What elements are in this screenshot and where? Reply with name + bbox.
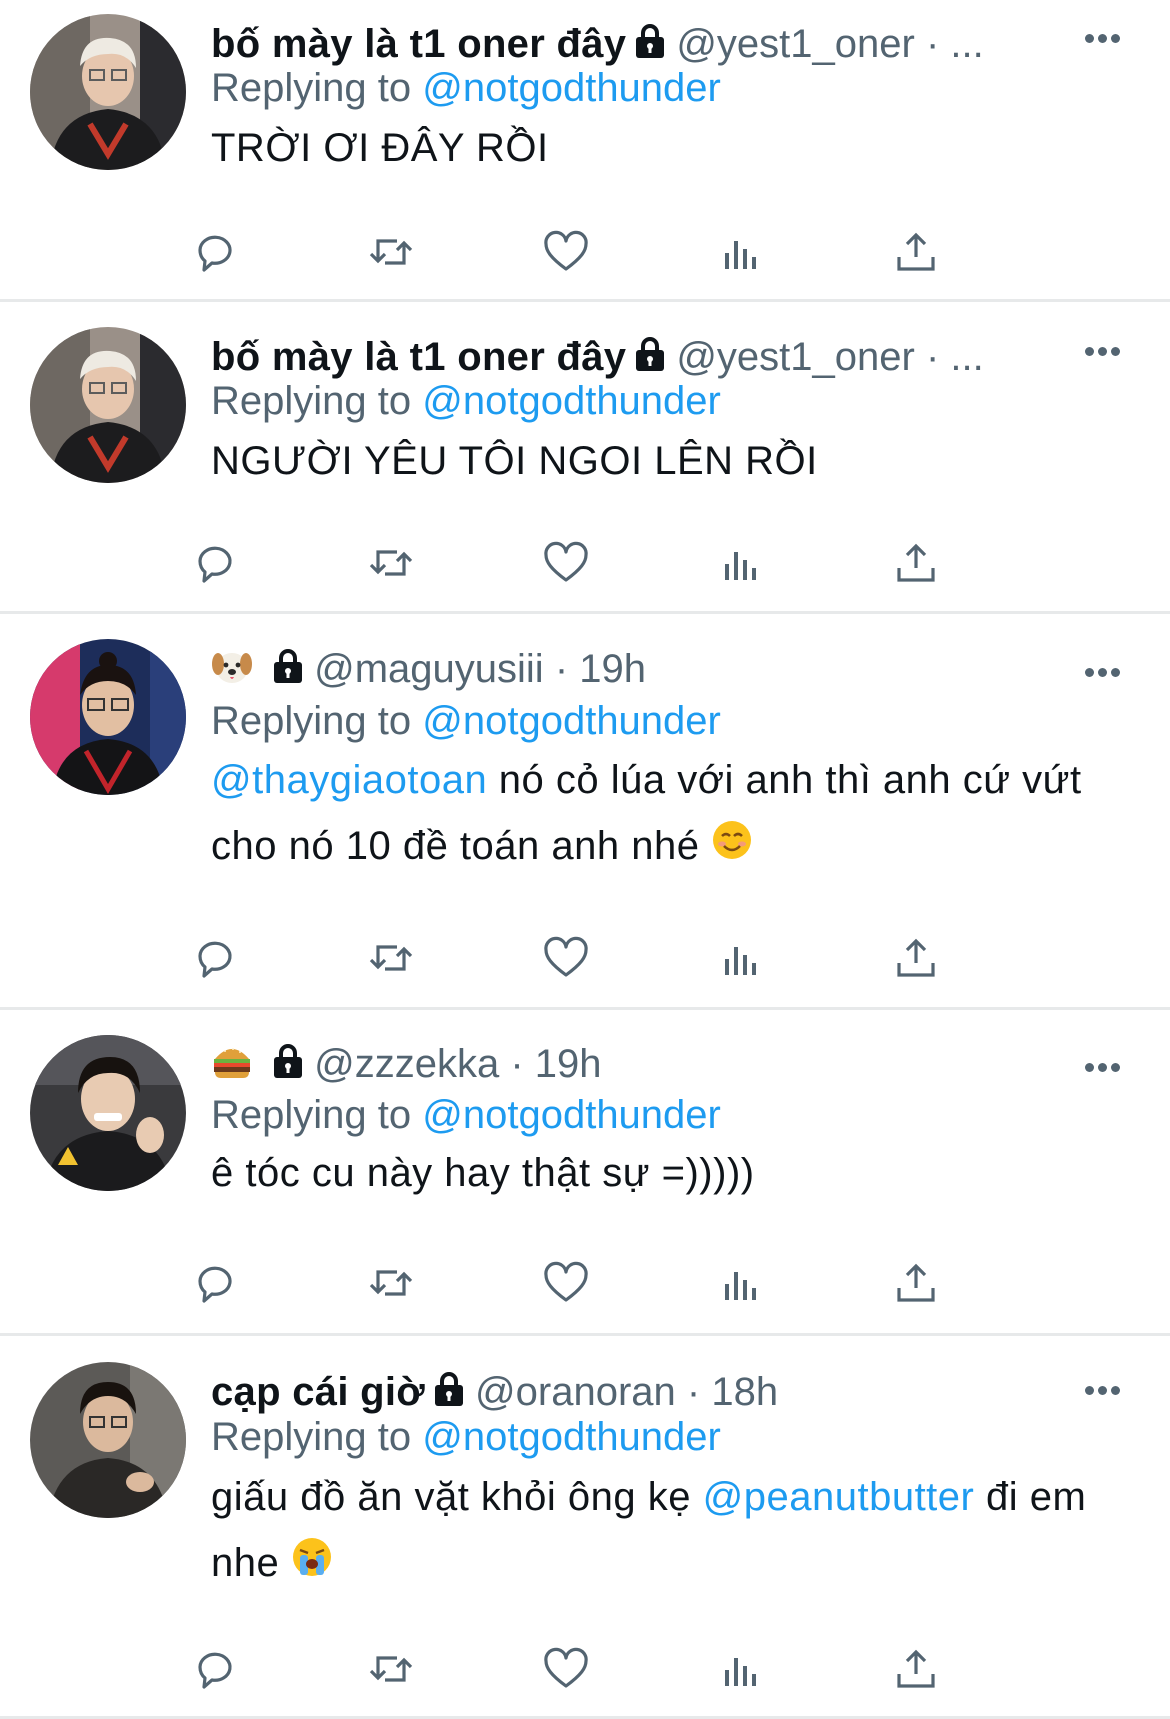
reply-tweet[interactable]: @zzzekka · 19h Replying to @notgodthunde… xyxy=(0,1016,1170,1336)
replying-to-mention[interactable]: @notgodthunder xyxy=(422,699,721,743)
views-icon[interactable] xyxy=(716,1644,766,1694)
reply-icon[interactable] xyxy=(191,538,241,588)
avatar[interactable] xyxy=(30,14,186,170)
more-options-icon[interactable] xyxy=(1085,347,1125,361)
tweet-actions xyxy=(0,538,1170,588)
lock-icon xyxy=(433,1370,465,1418)
share-icon[interactable] xyxy=(891,227,941,277)
replying-to-mention[interactable]: @notgodthunder xyxy=(422,1093,721,1137)
reply-tweet[interactable]: @maguyusiii · 19h Replying to @notgodthu… xyxy=(0,620,1170,1010)
tweet-text-part: TRỜI ƠI ĐÂY RỒI xyxy=(211,126,549,170)
tweet-meta: · 18h xyxy=(686,1370,779,1414)
user-handle[interactable]: @maguyusiii xyxy=(314,647,544,691)
share-icon[interactable] xyxy=(891,538,941,588)
tweet-actions xyxy=(0,1258,1170,1308)
tweet-text: giấu đồ ăn vặt khỏi ông kẹ @peanutbutter… xyxy=(211,1464,1111,1598)
tweet-actions xyxy=(0,1644,1170,1694)
divider xyxy=(0,1333,1170,1336)
lock-icon xyxy=(272,1042,304,1090)
tweet-text: @thaygiaotoan nó cỏ lúa với anh thì anh … xyxy=(211,747,1091,881)
tweet-text-part: ê tóc cu này hay thật sự =))))) xyxy=(211,1151,755,1195)
reply-icon[interactable] xyxy=(191,227,241,277)
tweet-meta: · 19h xyxy=(510,1042,602,1086)
tweet-text: TRỜI ƠI ĐÂY RỒI xyxy=(211,115,1111,181)
divider xyxy=(0,1007,1170,1010)
smiling-face-emoji xyxy=(711,815,753,881)
tweet-text-part: NGƯỜI YÊU TÔI NGOI LÊN RỒI xyxy=(211,439,818,483)
more-options-icon[interactable] xyxy=(1085,668,1125,682)
retweet-icon[interactable] xyxy=(366,1644,416,1694)
share-icon[interactable] xyxy=(891,1644,941,1694)
replying-to-mention[interactable]: @notgodthunder xyxy=(422,1415,721,1459)
views-icon[interactable] xyxy=(716,933,766,983)
user-avatar-icon xyxy=(30,639,186,795)
replying-label: Replying to xyxy=(211,1415,412,1459)
lock-icon xyxy=(634,22,666,70)
display-name[interactable]: bố mày là t1 oner đây xyxy=(211,335,626,379)
user-avatar-icon xyxy=(30,1362,186,1518)
views-icon[interactable] xyxy=(716,1258,766,1308)
tweet-meta: · ... xyxy=(925,22,984,66)
like-icon[interactable] xyxy=(541,1644,591,1694)
retweet-icon[interactable] xyxy=(366,538,416,588)
views-icon[interactable] xyxy=(716,538,766,588)
tweet-actions xyxy=(0,933,1170,983)
share-icon[interactable] xyxy=(891,1258,941,1308)
mention-link[interactable]: @peanutbutter xyxy=(703,1475,975,1519)
user-handle[interactable]: @yest1_oner xyxy=(676,335,915,379)
avatar[interactable] xyxy=(30,327,186,483)
replying-label: Replying to xyxy=(211,66,412,110)
tweet-meta: · 19h xyxy=(554,647,646,691)
reply-icon[interactable] xyxy=(191,1258,241,1308)
replying-label: Replying to xyxy=(211,699,412,743)
replying-label: Replying to xyxy=(211,379,412,423)
lock-icon xyxy=(272,647,304,695)
lock-icon xyxy=(634,335,666,383)
tweet-text: ê tóc cu này hay thật sự =))))) xyxy=(211,1140,1111,1206)
user-handle[interactable]: @yest1_oner xyxy=(676,22,915,66)
user-avatar-icon xyxy=(30,14,186,170)
share-icon[interactable] xyxy=(891,933,941,983)
more-options-icon[interactable] xyxy=(1085,1386,1125,1400)
retweet-icon[interactable] xyxy=(366,1258,416,1308)
hamburger-emoji xyxy=(211,1041,253,1092)
more-options-icon[interactable] xyxy=(1085,34,1125,48)
like-icon[interactable] xyxy=(541,538,591,588)
divider xyxy=(0,299,1170,302)
dog-face-emoji xyxy=(211,646,253,697)
avatar[interactable] xyxy=(30,1035,186,1191)
user-avatar-icon xyxy=(30,1035,186,1191)
reply-icon[interactable] xyxy=(191,1644,241,1694)
user-handle[interactable]: @zzzekka xyxy=(314,1042,499,1086)
replying-to-mention[interactable]: @notgodthunder xyxy=(422,379,721,423)
replying-label: Replying to xyxy=(211,1093,412,1137)
user-handle[interactable]: @oranoran xyxy=(475,1370,676,1414)
reply-tweet[interactable]: cạp cái giờ @oranoran · 18h Replying to @… xyxy=(0,1342,1170,1718)
display-name[interactable]: bố mày là t1 oner đây xyxy=(211,22,626,66)
retweet-icon[interactable] xyxy=(366,227,416,277)
tweet-meta: · ... xyxy=(925,335,984,379)
user-avatar-icon xyxy=(30,327,186,483)
reply-tweet[interactable]: bố mày là t1 oner đây @yest1_oner · ... R… xyxy=(0,0,1170,300)
display-name[interactable]: cạp cái giờ xyxy=(211,1370,425,1414)
like-icon[interactable] xyxy=(541,227,591,277)
tweet-actions xyxy=(0,227,1170,277)
mention-link[interactable]: @thaygiaotoan xyxy=(211,758,487,802)
loudly-crying-face-emoji xyxy=(291,1532,333,1598)
views-icon[interactable] xyxy=(716,227,766,277)
avatar[interactable] xyxy=(30,1362,186,1518)
more-options-icon[interactable] xyxy=(1085,1063,1125,1077)
avatar[interactable] xyxy=(30,639,186,795)
reply-icon[interactable] xyxy=(191,933,241,983)
retweet-icon[interactable] xyxy=(366,933,416,983)
divider xyxy=(0,611,1170,614)
like-icon[interactable] xyxy=(541,1258,591,1308)
tweet-text: NGƯỜI YÊU TÔI NGOI LÊN RỒI xyxy=(211,428,1111,494)
reply-tweet[interactable]: bố mày là t1 oner đây @yest1_oner · ... R… xyxy=(0,310,1170,610)
like-icon[interactable] xyxy=(541,933,591,983)
tweet-text-part: giấu đồ ăn vặt khỏi ông kẹ xyxy=(211,1475,703,1519)
replying-to-mention[interactable]: @notgodthunder xyxy=(422,66,721,110)
